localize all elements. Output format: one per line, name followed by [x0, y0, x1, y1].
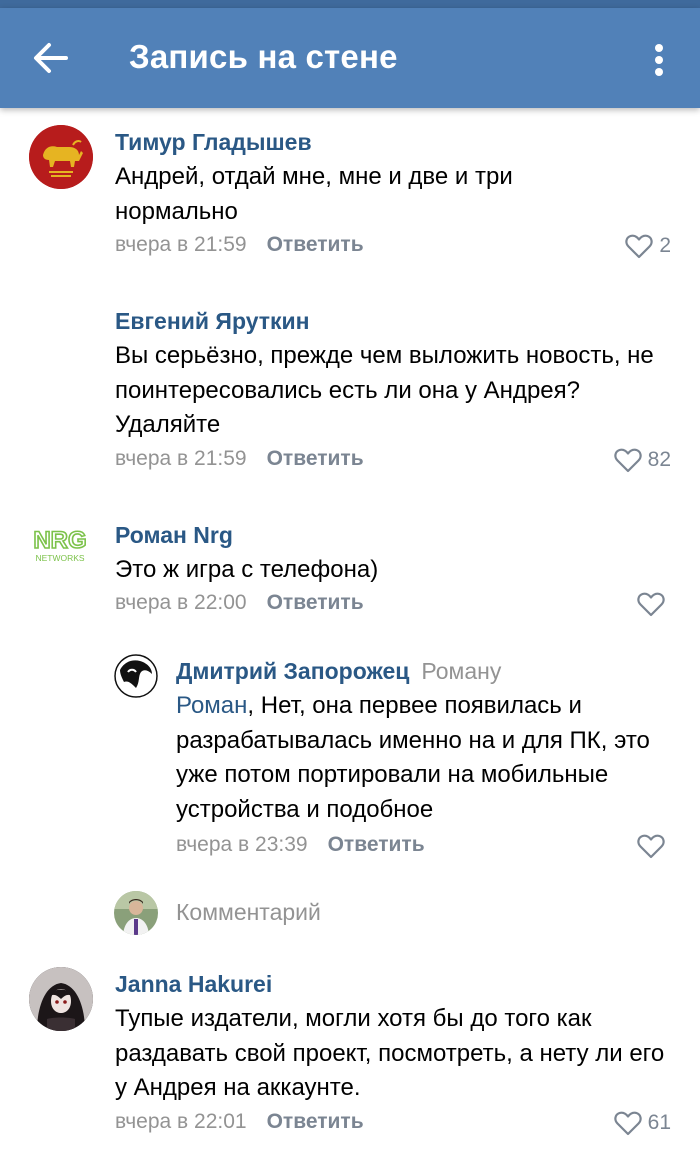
- mention-link[interactable]: Роман: [176, 692, 247, 719]
- reply-button[interactable]: Ответить: [267, 447, 364, 470]
- comment-author[interactable]: Janna Hakurei: [115, 971, 272, 998]
- comment-timestamp: вчера в 22:01: [115, 1110, 247, 1133]
- like-button[interactable]: 61: [613, 1109, 671, 1137]
- comment-text: Андрей, отдай мне, мне и две и три норма…: [115, 163, 513, 225]
- like-button[interactable]: [637, 832, 671, 860]
- heart-icon: [637, 834, 665, 859]
- user-photo-icon: [114, 891, 158, 935]
- comment-meta: вчера в 22:01 Ответить: [115, 1110, 364, 1134]
- caesars-legion-bull-icon: [29, 125, 93, 189]
- comment-timestamp: вчера в 21:59: [115, 447, 247, 470]
- like-count: 61: [647, 1111, 671, 1134]
- comment-author: Дмитрий Запорожец Роману: [176, 658, 501, 685]
- heart-icon: [613, 1111, 642, 1136]
- like-button[interactable]: 82: [613, 446, 671, 474]
- avatar[interactable]: NRG NETWORKS: [27, 515, 93, 579]
- comment-meta: вчера в 21:59 Ответить: [115, 233, 364, 257]
- comment-author[interactable]: Евгений Яруткин: [115, 308, 310, 335]
- comment-text-body: , Нет, она первее появилась и разрабатыв…: [176, 692, 650, 823]
- logo-subtitle: NETWORKS: [35, 553, 84, 563]
- reply-author-name[interactable]: Дмитрий Запорожец: [176, 658, 409, 684]
- heart-icon: [625, 234, 654, 259]
- nrg-networks-logo-icon: NRG NETWORKS: [33, 526, 88, 563]
- page-title: Запись на стене: [129, 38, 398, 75]
- more-menu-button[interactable]: [638, 32, 680, 84]
- comment-text: Это ж игра с телефона): [115, 556, 379, 583]
- avatar[interactable]: [29, 125, 93, 189]
- comment-meta: вчера в 22:00 Ответить: [115, 591, 364, 615]
- logo-wordmark: NRG: [33, 527, 86, 554]
- reply-button[interactable]: Ответить: [267, 1110, 364, 1133]
- comment-timestamp: вчера в 22:00: [115, 591, 247, 614]
- like-count: 2: [659, 234, 671, 257]
- comment-timestamp: вчера в 23:39: [176, 833, 308, 856]
- reply-button[interactable]: Ответить: [267, 233, 364, 256]
- reply-to-label[interactable]: Роману: [421, 658, 501, 684]
- comment-text: Вы серьёзно, прежде чем выложить новость…: [115, 342, 654, 438]
- reply-button[interactable]: Ответить: [328, 833, 425, 856]
- more-dot: [655, 68, 663, 76]
- compose-avatar: [114, 891, 158, 935]
- comment-timestamp: вчера в 21:59: [115, 233, 247, 256]
- avatar[interactable]: [114, 654, 158, 698]
- status-bar: [0, 0, 700, 8]
- comment-text: Тупые издатели, могли хотя бы до того ка…: [115, 1005, 665, 1101]
- back-arrow-icon: [34, 43, 68, 73]
- comment-input[interactable]: Комментарий: [176, 899, 321, 926]
- more-dots-icon: [655, 44, 663, 52]
- reply-button[interactable]: Ответить: [267, 591, 364, 614]
- heart-icon: [613, 448, 642, 473]
- like-button[interactable]: 2: [625, 232, 671, 260]
- back-button[interactable]: [22, 30, 78, 86]
- comment-meta: вчера в 23:39 Ответить: [176, 833, 425, 857]
- more-dot: [655, 56, 663, 64]
- comment-text: Роман, Нет, она первее появилась и разра…: [176, 689, 656, 827]
- like-button[interactable]: [637, 590, 671, 618]
- like-count: 82: [647, 448, 671, 471]
- app-header: Запись на стене: [0, 8, 700, 108]
- comment-author[interactable]: Роман Nrg: [115, 522, 233, 549]
- comment-meta: вчера в 21:59 Ответить: [115, 447, 364, 471]
- comment-author[interactable]: Тимур Гладышев: [115, 129, 312, 156]
- avatar[interactable]: [29, 967, 93, 1031]
- heart-icon: [637, 592, 665, 617]
- anime-girl-avatar-icon: [29, 967, 93, 1031]
- ink-sketch-avatar-icon: [114, 654, 158, 698]
